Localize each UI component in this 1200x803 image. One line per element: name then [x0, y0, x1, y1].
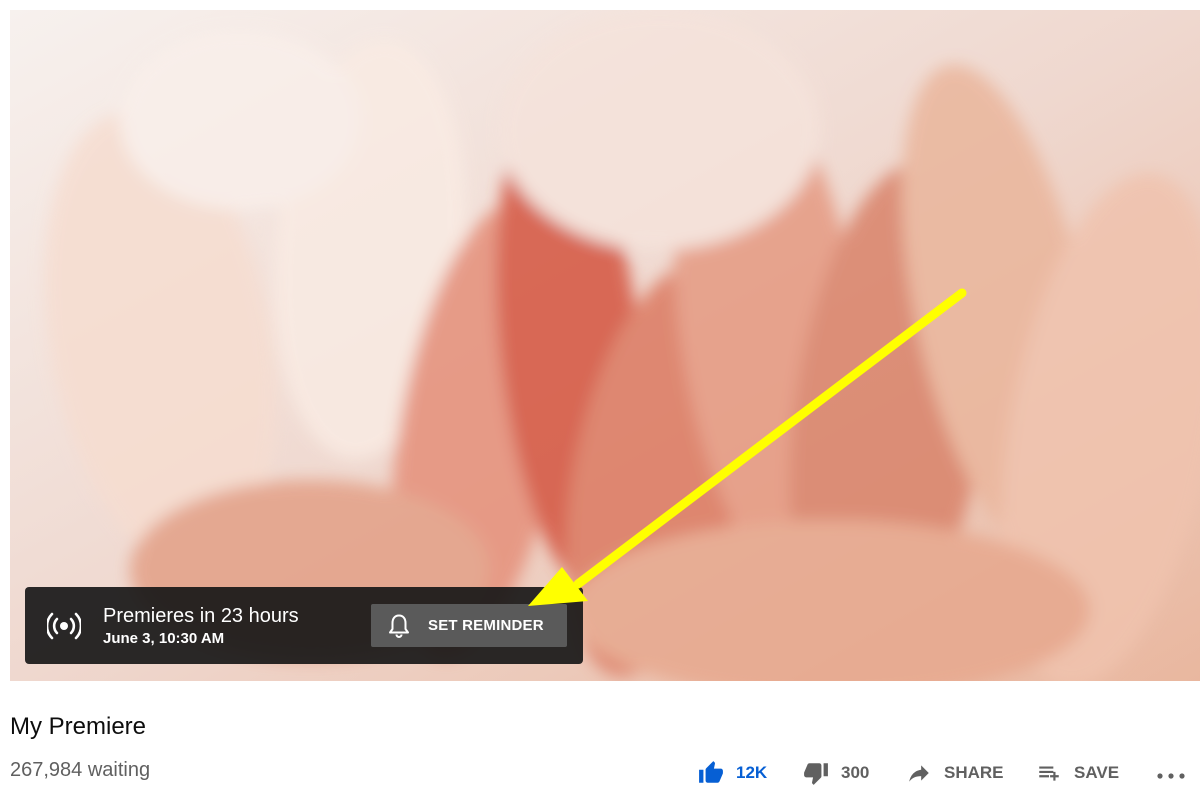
- premiere-banner: Premieres in 23 hours June 3, 10:30 AM S…: [25, 587, 583, 664]
- video-player[interactable]: Premieres in 23 hours June 3, 10:30 AM S…: [10, 10, 1200, 681]
- thumbs-up-icon: [699, 761, 723, 783]
- thumbs-down-icon: [804, 763, 828, 785]
- video-thumbnail: [10, 10, 1200, 681]
- more-horizontal-icon: [1157, 773, 1185, 779]
- like-button[interactable]: 12K: [698, 758, 767, 788]
- waiting-count: 267,984 waiting: [10, 759, 151, 781]
- save-button[interactable]: SAVE: [1036, 758, 1119, 788]
- set-reminder-label: SET REMINDER: [428, 617, 544, 634]
- more-actions-button[interactable]: [1154, 758, 1188, 788]
- set-reminder-button[interactable]: SET REMINDER: [371, 604, 567, 647]
- playlist-add-icon: [1039, 766, 1059, 781]
- share-label: SHARE: [944, 763, 1004, 782]
- save-label: SAVE: [1074, 763, 1120, 782]
- premiere-date: June 3, 10:30 AM: [103, 630, 225, 647]
- video-title: My Premiere: [10, 713, 147, 740]
- premiere-countdown: Premieres in 23 hours: [103, 605, 299, 627]
- share-button[interactable]: SHARE: [906, 758, 1004, 788]
- share-arrow-icon: [909, 765, 929, 782]
- bell-icon: [389, 614, 409, 638]
- dislike-count: 300: [841, 763, 870, 782]
- live-broadcast-icon: [47, 612, 81, 640]
- like-count: 12K: [736, 763, 768, 782]
- dislike-button[interactable]: 300: [803, 758, 869, 788]
